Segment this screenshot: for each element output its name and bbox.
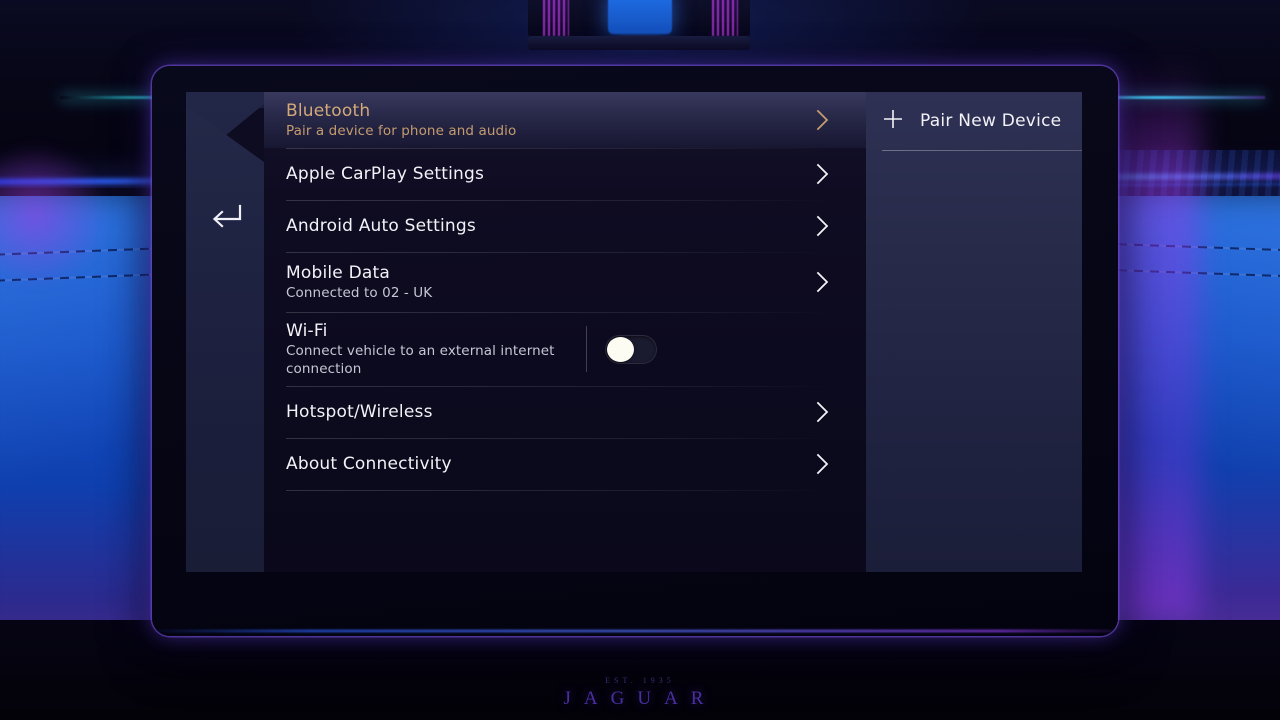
menu-item-subtitle: Connect vehicle to an external internet … bbox=[286, 342, 555, 377]
menu-item-wi-fi[interactable]: Wi-Fi Connect vehicle to an external int… bbox=[286, 312, 844, 386]
menu-item-title: Mobile Data bbox=[286, 262, 390, 283]
menu-item-subtitle: Connected to 02 - UK bbox=[286, 284, 433, 301]
menu-item-title: About Connectivity bbox=[286, 453, 452, 474]
chevron-right-icon bbox=[810, 451, 836, 477]
chevron-right-icon bbox=[810, 107, 836, 133]
detail-panel: Pair New Device bbox=[866, 92, 1082, 572]
chevron-right-icon bbox=[810, 213, 836, 239]
chevron-right-icon bbox=[810, 161, 836, 187]
menu-item-title: Apple CarPlay Settings bbox=[286, 163, 485, 184]
upper-display-glow bbox=[608, 0, 672, 34]
back-button[interactable] bbox=[202, 198, 246, 232]
back-arrow-icon bbox=[212, 204, 242, 228]
menu-item-title: Bluetooth bbox=[286, 100, 371, 121]
pair-new-device-label: Pair New Device bbox=[920, 111, 1062, 131]
toggle-knob bbox=[607, 336, 634, 362]
menu-item-title: Android Auto Settings bbox=[286, 215, 476, 236]
menu-item-about-connectivity[interactable]: About Connectivity bbox=[286, 438, 844, 490]
menu-item-title: Hotspot/Wireless bbox=[286, 401, 433, 422]
side-rail bbox=[186, 106, 264, 572]
wifi-toggle[interactable] bbox=[605, 334, 657, 364]
menu-item-android-auto-settings[interactable]: Android Auto Settings bbox=[286, 200, 844, 252]
menu-item-title: Wi-Fi bbox=[286, 320, 328, 341]
vent-slat-left bbox=[543, 0, 569, 36]
plus-icon bbox=[882, 108, 904, 134]
chevron-right-icon bbox=[810, 269, 836, 295]
pair-new-device-button[interactable]: Pair New Device bbox=[882, 92, 1082, 150]
menu-item-bluetooth[interactable]: Bluetooth Pair a device for phone and au… bbox=[264, 92, 866, 148]
menu-item-mobile-data[interactable]: Mobile Data Connected to 02 - UK bbox=[286, 252, 844, 312]
vertical-divider bbox=[586, 326, 587, 372]
vent-lip bbox=[528, 36, 750, 50]
settings-menu-list: Bluetooth Pair a device for phone and au… bbox=[264, 92, 866, 572]
menu-item-apple-carplay-settings[interactable]: Apple CarPlay Settings bbox=[286, 148, 844, 200]
wifi-toggle-group bbox=[586, 326, 657, 372]
list-end-divider bbox=[286, 490, 844, 491]
detail-divider bbox=[882, 150, 1082, 151]
car-interior-scene: Bluetooth Pair a device for phone and au… bbox=[0, 0, 1280, 720]
chevron-right-icon bbox=[810, 399, 836, 425]
infotainment-screen: Bluetooth Pair a device for phone and au… bbox=[186, 92, 1082, 572]
menu-item-subtitle: Pair a device for phone and audio bbox=[286, 122, 517, 139]
menu-item-hotspot-wireless[interactable]: Hotspot/Wireless bbox=[286, 386, 844, 438]
vent-slat-right bbox=[712, 0, 738, 36]
